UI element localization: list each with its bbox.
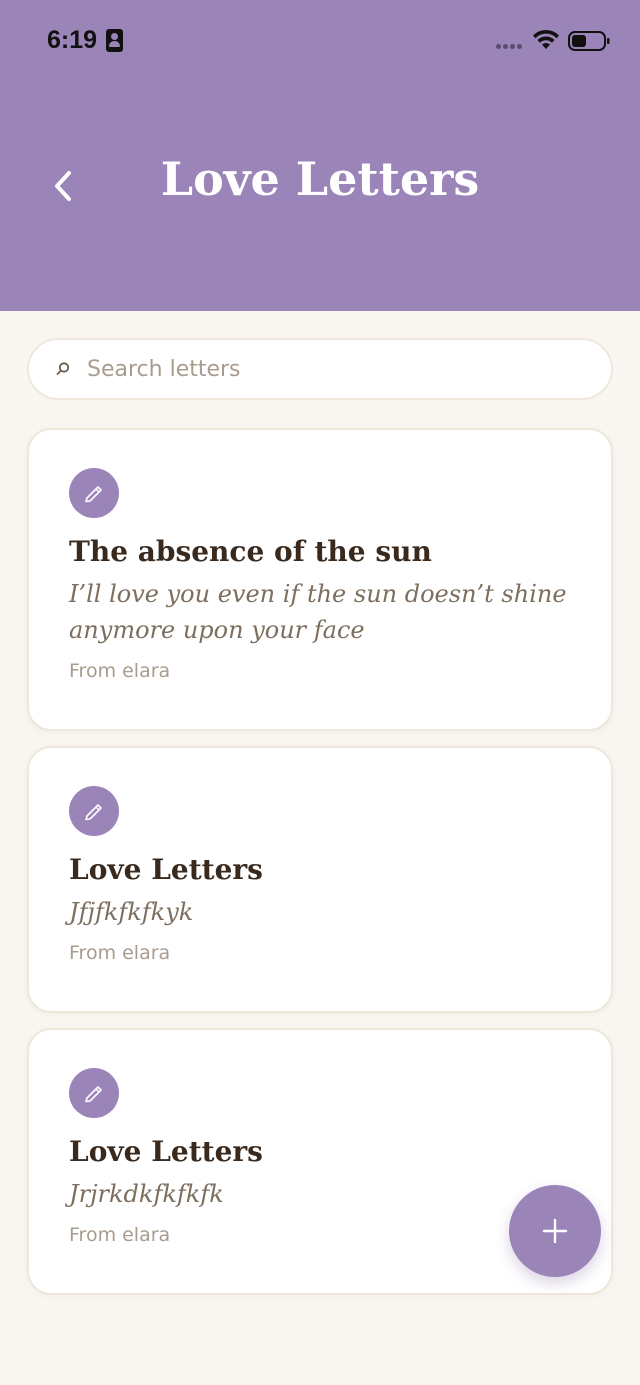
add-letter-button[interactable] (509, 1185, 601, 1277)
letter-sender: From elara (69, 942, 171, 964)
letter-title: Love Letters (69, 853, 263, 886)
battery-icon (568, 31, 610, 51)
letter-card[interactable]: The absence of the sun I’ll love you eve… (27, 428, 613, 731)
letter-sender: From elara (69, 1224, 171, 1246)
letter-title: The absence of the sun (69, 535, 432, 568)
status-time: 6:19 (47, 26, 98, 54)
letter-sender: From elara (69, 660, 171, 682)
letter-excerpt: Jfjfkfkfkyk (69, 898, 194, 926)
search-bar[interactable] (27, 338, 613, 400)
search-input[interactable] (87, 356, 611, 382)
cellular-signal-icon (496, 44, 524, 50)
letter-card[interactable]: Love Letters Jfjfkfkfkyk From elara (27, 746, 613, 1013)
person-badge-icon (106, 29, 123, 52)
search-icon (56, 362, 70, 375)
pencil-icon (69, 468, 119, 518)
wifi-icon (533, 29, 559, 49)
plus-icon (542, 1218, 568, 1244)
letter-excerpt: Jrjrkdkfkfkfk (69, 1180, 224, 1208)
status-bar: 6:19 (0, 0, 640, 80)
pencil-icon (69, 786, 119, 836)
letter-title: Love Letters (69, 1135, 263, 1168)
letter-excerpt: I’ll love you even if the sun doesn’t sh… (69, 580, 567, 644)
header: 6:19 Love Letters (0, 0, 640, 311)
pencil-icon (69, 1068, 119, 1118)
page-title: Love Letters (160, 152, 480, 206)
